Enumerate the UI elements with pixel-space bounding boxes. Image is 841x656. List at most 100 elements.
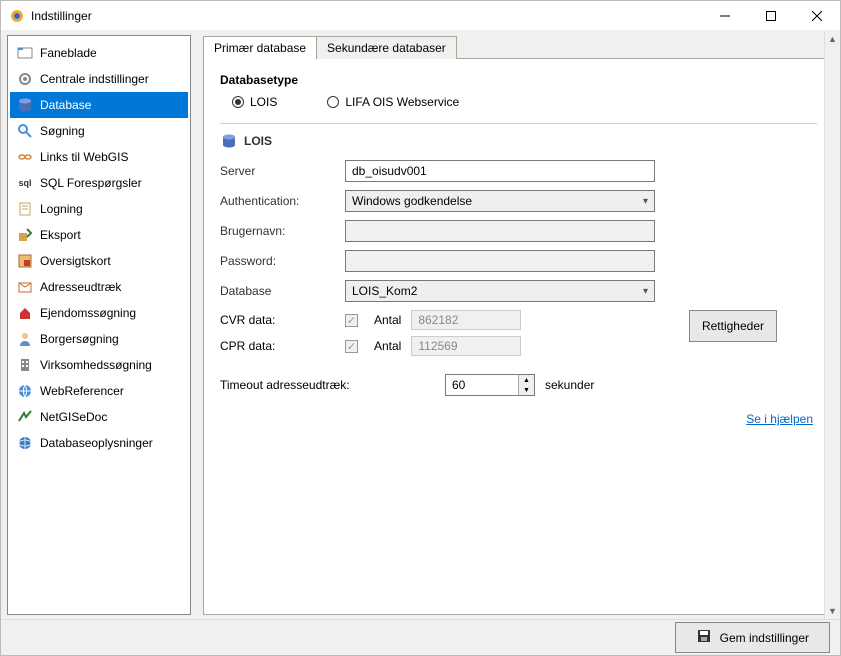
sidebar-item-label: Eksport [40,228,81,242]
sidebar-item-netgis[interactable]: NetGISeDoc [10,404,188,430]
spinner-up-icon[interactable]: ▲ [519,375,534,385]
sidebar-item-label: Logning [40,202,83,216]
timeout-unit: sekunder [545,378,594,392]
tab-label: Primær database [214,41,306,55]
sidebar-item-logning[interactable]: Logning [10,196,188,222]
gear-icon [16,70,34,88]
radio-label: LIFA OIS Webservice [345,95,459,109]
antal-label: Antal [374,339,401,353]
netgis-icon [16,408,34,426]
sidebar-item-label: Virksomhedssøgning [40,358,152,372]
timeout-spinner[interactable]: 60 ▲ ▼ [445,374,535,396]
web-icon [16,382,34,400]
sidebar-item-label: Links til WebGIS [40,150,128,164]
content-panel: Primær database Sekundære databaser Data… [203,35,834,615]
save-button-label: Gem indstillinger [720,631,809,645]
minimize-button[interactable] [702,1,748,30]
sidebar-item-faneblade[interactable]: Faneblade [10,40,188,66]
save-button[interactable]: Gem indstillinger [675,622,830,653]
help-link[interactable]: Se i hjælpen [220,412,817,426]
window-body: Faneblade Centrale indstillinger Databas… [1,31,840,655]
radio-lifa[interactable]: LIFA OIS Webservice [327,95,459,109]
sidebar-item-oversigtskort[interactable]: Oversigtskort [10,248,188,274]
cpr-count: 112569 [411,336,521,356]
select-value: Windows godkendelse [352,194,472,208]
app-icon [9,8,25,24]
address-icon [16,278,34,296]
database-name-label: Database [220,284,345,298]
radio-lois[interactable]: LOIS [232,95,277,109]
sidebar-item-label: Centrale indstillinger [40,72,149,86]
sidebar-item-centrale[interactable]: Centrale indstillinger [10,66,188,92]
save-icon [696,628,712,647]
settings-window: Indstillinger Faneblade Centrale [0,0,841,656]
cvr-count: 862182 [411,310,521,330]
sidebar-item-database[interactable]: Database [10,92,188,118]
button-label: Rettigheder [702,319,764,333]
sidebar: Faneblade Centrale indstillinger Databas… [7,35,191,615]
cpr-data-label: CPR data: [220,339,345,353]
close-button[interactable] [794,1,840,30]
sidebar-item-eksport[interactable]: Eksport [10,222,188,248]
sidebar-item-sql[interactable]: sql SQL Forespørgsler [10,170,188,196]
link-icon [16,148,34,166]
sidebar-item-sogning[interactable]: Søgning [10,118,188,144]
sidebar-item-ejendom[interactable]: Ejendomssøgning [10,300,188,326]
server-label: Server [220,164,345,178]
sidebar-item-label: Database [40,98,91,112]
spinner-down-icon[interactable]: ▼ [519,385,534,395]
help-link-label: Se i hjælpen [746,412,813,426]
vertical-scrollbar[interactable]: ▲ ▼ [824,31,840,619]
radio-indicator-icon [327,96,339,108]
tabs-icon [16,44,34,62]
sidebar-item-label: Ejendomssøgning [40,306,136,320]
overview-map-icon [16,252,34,270]
log-icon [16,200,34,218]
sidebar-item-borger[interactable]: Borgersøgning [10,326,188,352]
building-icon [16,356,34,374]
sidebar-item-label: WebReferencer [40,384,124,398]
radio-indicator-selected-icon [232,96,244,108]
sidebar-item-adresseudtraek[interactable]: Adresseudtræk [10,274,188,300]
section-title: LOIS [244,134,272,148]
antal-label: Antal [374,313,401,327]
footer: Gem indstillinger [1,619,840,655]
username-label: Brugernavn: [220,224,345,238]
window-title: Indstillinger [31,9,702,23]
cvr-checkbox: ✓ [345,314,358,327]
main-area: Faneblade Centrale indstillinger Databas… [1,31,840,619]
authentication-select[interactable]: Windows godkendelse ▾ [345,190,655,212]
cvr-data-label: CVR data: [220,313,345,327]
tab-secondary-databases[interactable]: Sekundære databaser [316,36,457,59]
database-icon [220,132,238,150]
scroll-track[interactable] [825,47,840,603]
sidebar-item-label: SQL Forespørgsler [40,176,142,190]
tab-primary-database[interactable]: Primær database [203,36,317,59]
password-label: Password: [220,254,345,268]
rights-button[interactable]: Rettigheder [689,310,777,342]
sql-icon: sql [16,174,34,192]
database-icon [16,96,34,114]
server-input[interactable] [345,160,655,182]
sidebar-item-label: Borgersøgning [40,332,119,346]
sidebar-item-label: NetGISeDoc [40,410,107,424]
scroll-down-icon[interactable]: ▼ [825,603,840,619]
maximize-button[interactable] [748,1,794,30]
sidebar-item-dboplysninger[interactable]: Databaseoplysninger [10,430,188,456]
window-controls [702,1,840,30]
username-input [345,220,655,242]
sidebar-item-links[interactable]: Links til WebGIS [10,144,188,170]
magnifier-icon [16,122,34,140]
databasetype-radios: LOIS LIFA OIS Webservice [220,95,817,109]
sidebar-item-webref[interactable]: WebReferencer [10,378,188,404]
sidebar-item-label: Faneblade [40,46,97,60]
sidebar-item-virksomhed[interactable]: Virksomhedssøgning [10,352,188,378]
db-info-icon [16,434,34,452]
tab-panel: Databasetype LOIS LIFA OIS Webservice [203,58,834,615]
select-value: LOIS_Kom2 [352,284,417,298]
radio-label: LOIS [250,95,277,109]
timeout-value[interactable]: 60 [446,375,518,395]
password-input [345,250,655,272]
databasetype-title: Databasetype [220,73,817,87]
database-select[interactable]: LOIS_Kom2 ▾ [345,280,655,302]
